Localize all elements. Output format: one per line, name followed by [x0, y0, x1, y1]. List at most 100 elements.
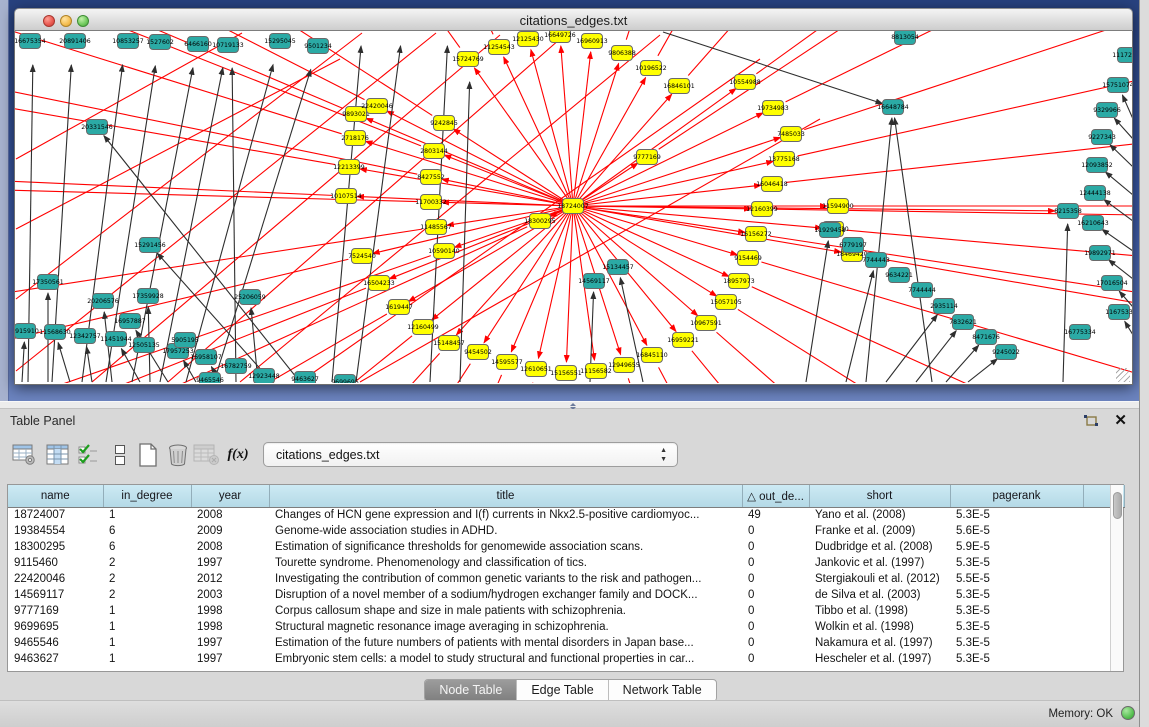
- network-canvas[interactable]: 1872400718300295977716998930212242004627…: [14, 31, 1133, 385]
- table-row[interactable]: 2242004622012Investigating the contribut…: [8, 571, 1124, 587]
- select-rows-icon[interactable]: [74, 441, 102, 469]
- column-header-year[interactable]: year: [191, 485, 269, 507]
- table-row[interactable]: 1830029562008Estimation of significance …: [8, 539, 1124, 555]
- table-settings-icon[interactable]: [10, 441, 38, 469]
- network-graph[interactable]: 1872400718300295977716998930212242004627…: [15, 31, 1132, 383]
- table-scrollbar[interactable]: [1110, 485, 1123, 671]
- graph-edge[interactable]: [1125, 321, 1132, 335]
- table-row[interactable]: 946554611997Estimation of the future num…: [8, 635, 1124, 651]
- graph-edge[interactable]: [184, 361, 196, 382]
- graph-edge[interactable]: [1114, 118, 1132, 139]
- table-cell: de Silva et al. (2003): [809, 587, 950, 603]
- graph-node-label: 14595577: [491, 359, 523, 366]
- column-header-name[interactable]: name: [8, 485, 103, 507]
- window-titlebar[interactable]: citations_edges.txt: [14, 8, 1133, 31]
- graph-edge[interactable]: [717, 332, 1132, 383]
- new-document-icon[interactable]: [134, 441, 162, 469]
- table-row[interactable]: 1872400712008Changes of HCN gene express…: [8, 507, 1124, 523]
- table-row[interactable]: 1456911722003Disruption of a novel membe…: [8, 587, 1124, 603]
- graph-edge[interactable]: [761, 262, 1132, 383]
- horizontal-splitter[interactable]: [0, 401, 1149, 409]
- graph-node-label: 9699695: [331, 379, 359, 383]
- float-panel-icon[interactable]: [1083, 414, 1099, 428]
- column-header-pagerank[interactable]: pagerank: [950, 485, 1083, 507]
- graph-edge[interactable]: [895, 118, 932, 382]
- graph-edge[interactable]: [1122, 95, 1132, 119]
- tab-edge-table[interactable]: Edge Table: [517, 680, 608, 701]
- show-columns-icon[interactable]: [43, 441, 71, 469]
- memory-status-indicator[interactable]: [1121, 706, 1135, 720]
- graph-edge[interactable]: [663, 32, 883, 104]
- graph-edge[interactable]: [1104, 200, 1132, 221]
- graph-edge[interactable]: [1063, 224, 1068, 382]
- graph-edge[interactable]: [15, 31, 342, 134]
- graph-edge[interactable]: [573, 52, 591, 206]
- graph-edge[interactable]: [786, 31, 1132, 102]
- table-row[interactable]: 911546021997Tourette syndrome. Phenomeno…: [8, 555, 1124, 571]
- column-header-title[interactable]: title: [269, 485, 742, 507]
- graph-edge[interactable]: [366, 141, 573, 206]
- graph-edge[interactable]: [573, 113, 763, 206]
- graph-edge[interactable]: [356, 46, 401, 382]
- tab-node-table[interactable]: Node Table: [425, 680, 517, 701]
- table-row[interactable]: 969969511998Structural magnetic resonanc…: [8, 619, 1124, 635]
- graph-node-label: 8215358: [1054, 208, 1082, 215]
- graph-edge[interactable]: [866, 118, 892, 382]
- function-builder-icon[interactable]: f(x): [224, 441, 252, 469]
- graph-edge[interactable]: [573, 185, 761, 206]
- graph-edge[interactable]: [756, 31, 1132, 74]
- graph-edge[interactable]: [22, 342, 24, 382]
- graph-edge[interactable]: [659, 31, 1132, 149]
- table-row[interactable]: 977716911998Corpus callosum shape and si…: [8, 603, 1124, 619]
- graph-edge[interactable]: [573, 78, 646, 206]
- graph-node-label: 11594900: [822, 203, 854, 210]
- graph-edge[interactable]: [442, 179, 573, 206]
- graph-edge[interactable]: [626, 31, 805, 40]
- graph-edge[interactable]: [573, 63, 619, 206]
- graph-edge[interactable]: [798, 31, 1132, 156]
- table-cell: Tourette syndrome. Phenomenology and cla…: [269, 555, 742, 571]
- graph-edge[interactable]: [454, 206, 573, 247]
- graph-edge[interactable]: [387, 111, 573, 206]
- graph-edge[interactable]: [573, 137, 781, 206]
- graph-node-label: 16210643: [1077, 220, 1109, 227]
- graph-edge[interactable]: [15, 229, 422, 318]
- table-cell: Franke et al. (2009): [809, 523, 950, 539]
- table-cell: 1997: [191, 635, 269, 651]
- graph-edge[interactable]: [916, 331, 956, 382]
- graph-edge[interactable]: [846, 271, 873, 382]
- column-header-short[interactable]: short: [809, 485, 950, 507]
- column-header-in_degree[interactable]: in_degree: [103, 485, 191, 507]
- graph-edge[interactable]: [738, 309, 1132, 383]
- graph-edge[interactable]: [804, 31, 1132, 130]
- table-cell: 2: [103, 571, 191, 587]
- graph-edge[interactable]: [444, 155, 573, 206]
- graph-edge[interactable]: [573, 206, 841, 252]
- graph-node-label: 1527602: [146, 39, 174, 46]
- window-resize-grip[interactable]: [1116, 368, 1130, 382]
- destroy-table-icon[interactable]: [192, 441, 220, 469]
- tab-network-table[interactable]: Network Table: [609, 680, 716, 701]
- table-cell: 18724007: [8, 507, 103, 523]
- graph-edge[interactable]: [806, 241, 828, 382]
- table-scrollbar-thumb[interactable]: [1113, 492, 1122, 519]
- graph-edge[interactable]: [15, 64, 335, 165]
- graph-node-label: 12610651: [520, 366, 552, 373]
- delete-rows-trash-icon[interactable]: [164, 441, 192, 469]
- graph-edge[interactable]: [87, 347, 92, 382]
- graph-edge[interactable]: [484, 206, 573, 343]
- graph-edge[interactable]: [786, 118, 1132, 182]
- graph-edge[interactable]: [886, 315, 937, 382]
- split-view-icon[interactable]: [106, 441, 134, 469]
- table-selector-dropdown[interactable]: citations_edges.txt ▲▼: [263, 442, 678, 467]
- graph-edge[interactable]: [573, 206, 729, 276]
- graph-edge[interactable]: [946, 345, 979, 382]
- graph-node-label: 25206059: [234, 294, 266, 301]
- graph-edge[interactable]: [1110, 145, 1132, 167]
- column-header-out_de[interactable]: △ out_de...: [742, 485, 809, 507]
- close-panel-icon[interactable]: ✕: [1114, 411, 1127, 429]
- graph-edge[interactable]: [968, 359, 997, 382]
- graph-edge[interactable]: [58, 343, 70, 382]
- table-row[interactable]: 946362711997Embryonic stem cells: a mode…: [8, 651, 1124, 667]
- table-row[interactable]: 1938455462009Genome-wide association stu…: [8, 523, 1124, 539]
